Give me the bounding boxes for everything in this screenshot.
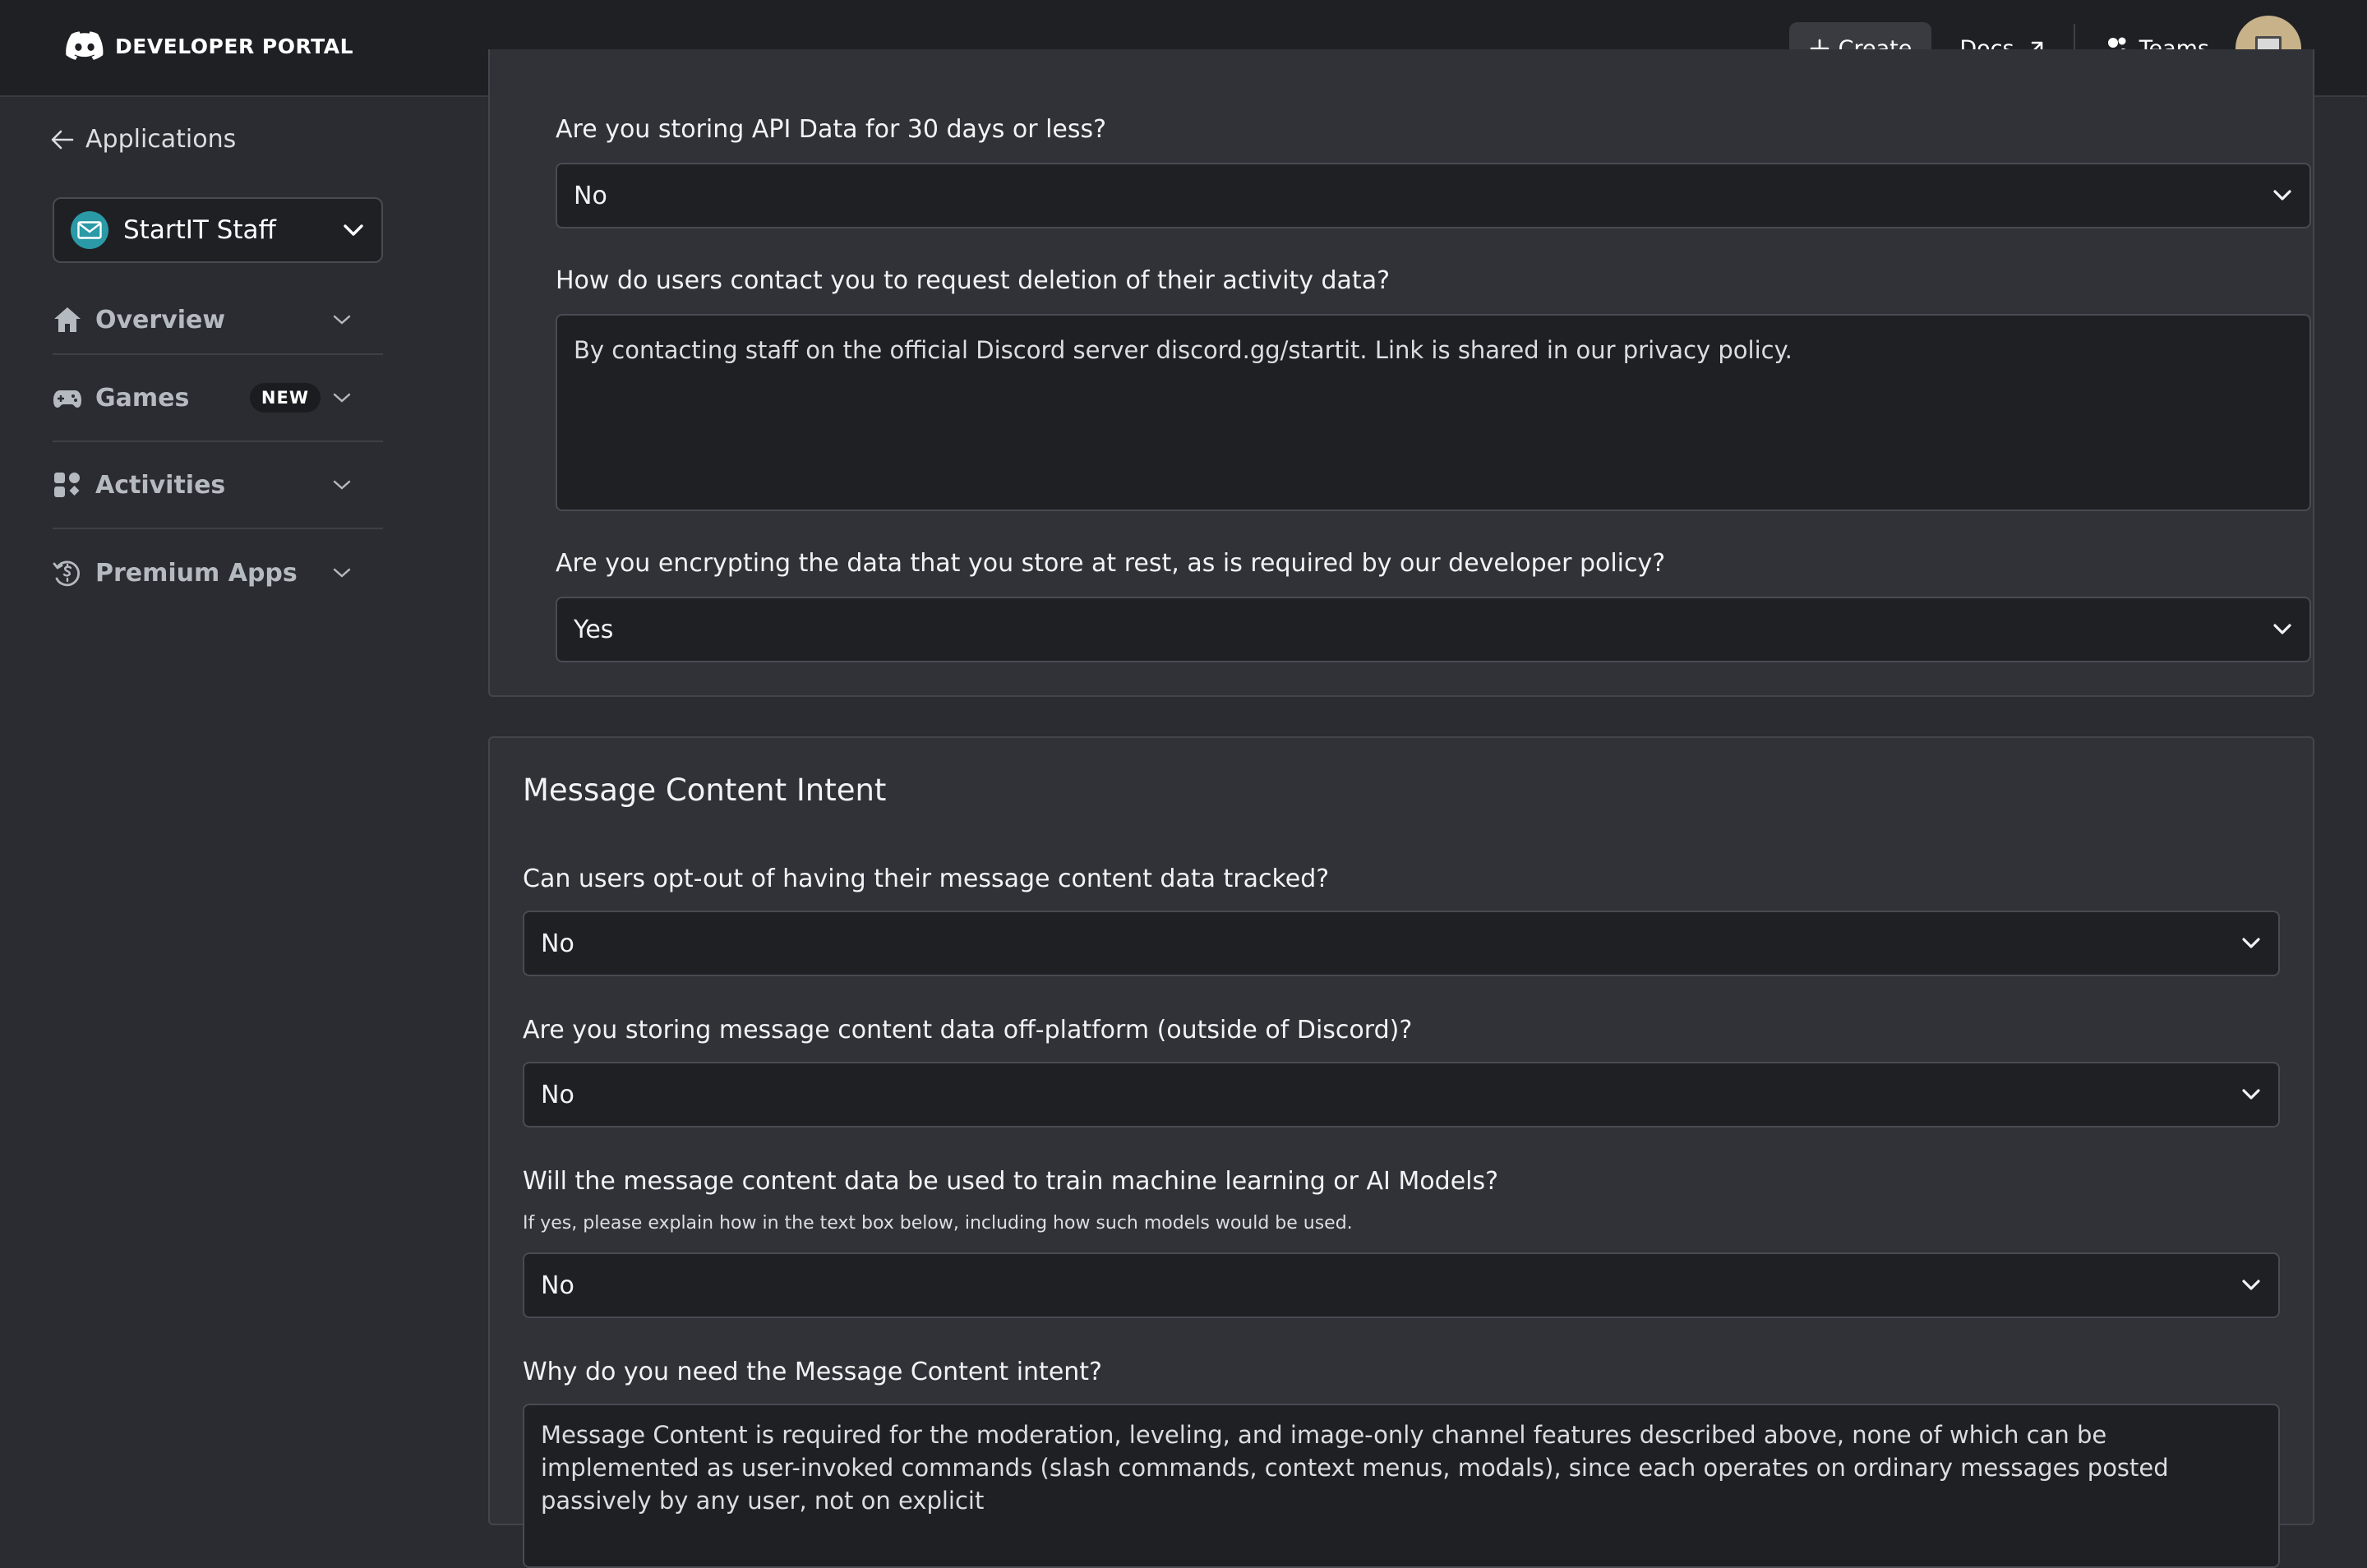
data-storage-panel: Are you storing API Data for 30 days or … bbox=[488, 49, 2314, 697]
question-opt-out: Can users opt-out of having their messag… bbox=[523, 865, 1330, 893]
section-title: Message Content Intent bbox=[523, 772, 887, 808]
premium-icon bbox=[53, 560, 80, 587]
sidebar-nav: Overview Games NEW Activities Premium Ap… bbox=[53, 294, 383, 616]
discord-logo-icon bbox=[66, 31, 104, 60]
question-why-need: Why do you need the Message Content inte… bbox=[523, 1358, 1102, 1386]
chevron-down-icon bbox=[333, 568, 351, 578]
app-name: StartIT Staff bbox=[123, 215, 276, 245]
sidebar-item-premium-apps[interactable]: Premium Apps bbox=[53, 529, 383, 616]
sidebar-item-label: Premium Apps bbox=[95, 558, 298, 588]
chevron-down-icon bbox=[2242, 1280, 2260, 1290]
home-icon bbox=[54, 307, 81, 332]
contact-deletion-textarea[interactable]: By contacting staff on the official Disc… bbox=[556, 314, 2311, 511]
question-storing-30-days: Are you storing API Data for 30 days or … bbox=[556, 115, 1107, 144]
why-need-textarea[interactable]: Message Content is required for the mode… bbox=[523, 1404, 2280, 1568]
activities-icon bbox=[54, 473, 80, 497]
storing-30-days-select[interactable]: No bbox=[556, 163, 2311, 228]
new-badge: NEW bbox=[249, 383, 321, 413]
question-encrypting: Are you encrypting the data that you sto… bbox=[556, 549, 1666, 578]
brand-logo[interactable]: DEVELOPER PORTAL bbox=[66, 31, 353, 61]
select-value: Yes bbox=[574, 615, 614, 644]
question-contact-deletion: How do users contact you to request dele… bbox=[556, 266, 1391, 295]
chevron-down-icon bbox=[2273, 624, 2291, 634]
question-off-platform: Are you storing message content data off… bbox=[523, 1016, 1413, 1045]
chevron-down-icon bbox=[2273, 190, 2291, 201]
message-content-intent-panel: Message Content Intent Can users opt-out… bbox=[488, 736, 2314, 1568]
back-to-applications-link[interactable]: Applications bbox=[51, 125, 236, 154]
sidebar-item-games[interactable]: Games NEW bbox=[53, 355, 383, 442]
sidebar-item-label: Overview bbox=[95, 305, 226, 334]
opt-out-select[interactable]: No bbox=[523, 911, 2280, 976]
chevron-down-icon bbox=[333, 315, 351, 325]
sidebar-item-label: Activities bbox=[95, 470, 226, 500]
select-value: No bbox=[541, 1080, 574, 1109]
train-ml-select[interactable]: No bbox=[523, 1252, 2280, 1318]
off-platform-select[interactable]: No bbox=[523, 1062, 2280, 1128]
application-selector[interactable]: StartIT Staff bbox=[53, 197, 383, 263]
envelope-icon bbox=[77, 221, 102, 239]
chevron-down-icon bbox=[333, 480, 351, 490]
chevron-down-icon bbox=[2242, 1089, 2260, 1100]
app-avatar bbox=[71, 211, 108, 249]
chevron-down-icon bbox=[344, 224, 363, 236]
arrow-left-icon bbox=[51, 130, 74, 149]
sidebar: Applications StartIT Staff Overview Game… bbox=[0, 97, 436, 1479]
select-value: No bbox=[574, 181, 607, 210]
chevron-down-icon bbox=[333, 393, 351, 403]
sidebar-item-overview[interactable]: Overview bbox=[53, 286, 383, 355]
select-value: No bbox=[541, 929, 574, 958]
brand-text: DEVELOPER PORTAL bbox=[115, 34, 353, 58]
select-value: No bbox=[541, 1271, 574, 1300]
help-text-train-ml: If yes, please explain how in the text b… bbox=[523, 1213, 1353, 1234]
encrypting-select[interactable]: Yes bbox=[556, 597, 2311, 662]
back-label: Applications bbox=[85, 125, 237, 154]
sidebar-item-activities[interactable]: Activities bbox=[53, 442, 383, 529]
sidebar-item-label: Games bbox=[95, 383, 190, 413]
question-train-ml: Will the message content data be used to… bbox=[523, 1167, 1499, 1196]
gamepad-icon bbox=[53, 390, 81, 408]
chevron-down-icon bbox=[2242, 938, 2260, 948]
